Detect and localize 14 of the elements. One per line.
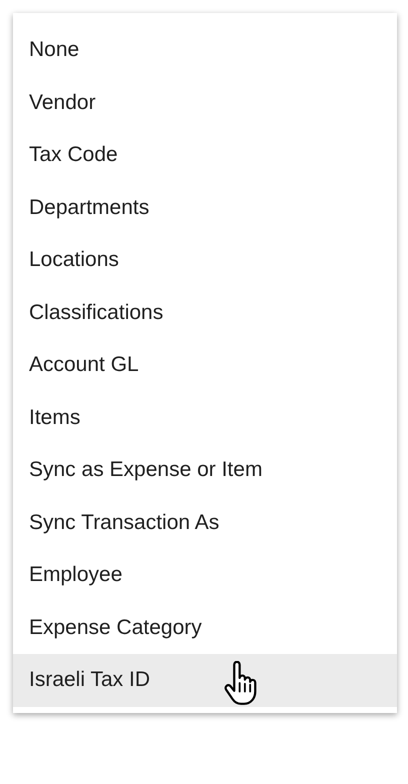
- menu-item[interactable]: Sync Transaction As: [13, 496, 397, 549]
- menu-item[interactable]: Expense Category: [13, 602, 397, 654]
- menu-item[interactable]: Classifications: [13, 286, 397, 339]
- menu-item[interactable]: Locations: [13, 234, 397, 286]
- menu-item[interactable]: None: [13, 24, 397, 76]
- menu-item[interactable]: Account GL: [13, 339, 397, 392]
- menu-item[interactable]: Israeli Tax ID: [13, 654, 397, 706]
- menu-item[interactable]: Sync as Expense or Item: [13, 444, 397, 496]
- menu-item[interactable]: Vendor: [13, 76, 397, 129]
- menu-item[interactable]: Tax Code: [13, 129, 397, 182]
- hand-pointer-icon: [224, 660, 258, 704]
- menu-item[interactable]: Departments: [13, 182, 397, 234]
- menu-item[interactable]: Items: [13, 392, 397, 444]
- menu-item[interactable]: Employee: [13, 549, 397, 602]
